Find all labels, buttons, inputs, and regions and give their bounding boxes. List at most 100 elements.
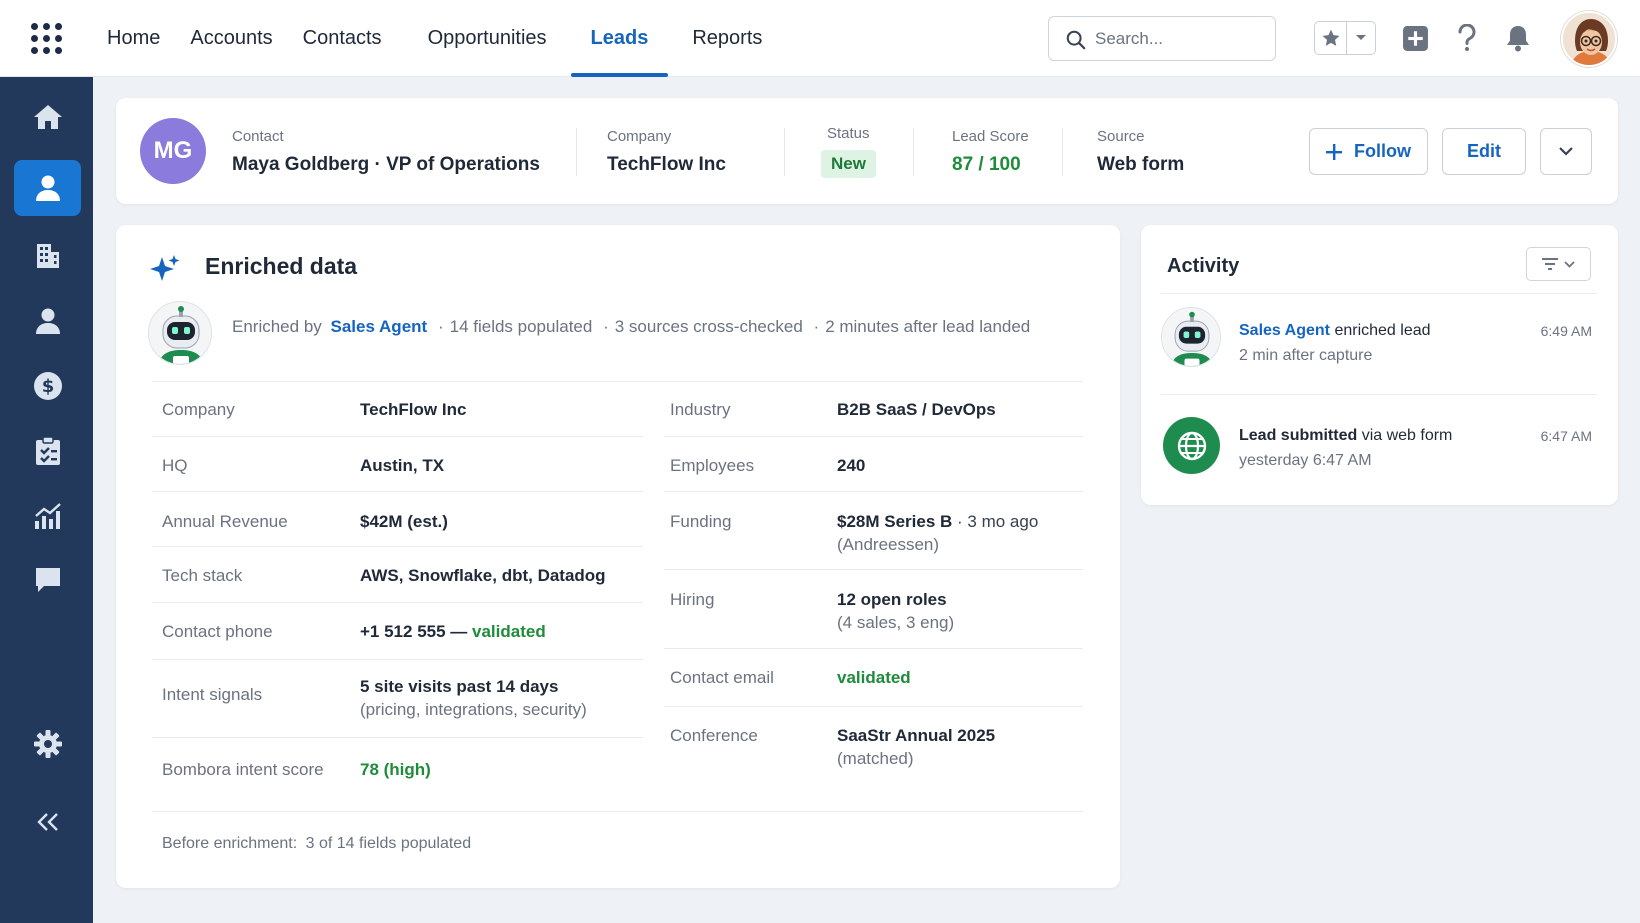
star-icon[interactable] — [1315, 22, 1347, 54]
sidebar-item-reports[interactable] — [14, 488, 81, 544]
field-label: Employees — [670, 456, 755, 475]
fields-populated: 14 fields populated — [449, 317, 593, 336]
enrichment-meta: Enriched by Sales Agent · 14 fields popul… — [232, 317, 1031, 336]
before-enrichment: Before enrichment: 3 of 14 fields popula… — [162, 835, 471, 853]
sidebar-item-accounts[interactable] — [14, 227, 81, 283]
sidebar-item-home[interactable] — [14, 89, 81, 145]
field-label: Annual Revenue — [162, 512, 288, 531]
nav-leads[interactable]: Leads — [570, 0, 669, 77]
sales-agent-link[interactable]: Sales Agent — [331, 317, 428, 336]
activity-card: Activity Sales Agent enriched lead 2 min… — [1141, 225, 1618, 505]
funding-sub: (Andreessen) — [837, 535, 940, 554]
conference-sub: (matched) — [837, 749, 914, 768]
phone-validated: validated — [472, 622, 546, 641]
divider — [152, 381, 1083, 382]
activity-detail: 2 min after capture — [1239, 347, 1373, 364]
sidebar-item-contacts[interactable] — [14, 293, 81, 349]
chart-icon — [34, 503, 61, 529]
main-nav: Home Accounts Contacts Opportunities Lea… — [96, 0, 781, 77]
lead-score-label: Lead Score — [952, 128, 1029, 145]
contact-icon — [35, 308, 60, 334]
edit-button[interactable]: Edit — [1442, 128, 1526, 175]
sidebar-item-settings[interactable] — [14, 716, 81, 772]
add-icon[interactable] — [1399, 22, 1431, 54]
intent-signals-value: 5 site visits past 14 days — [360, 677, 559, 696]
help-icon[interactable] — [1451, 22, 1483, 54]
activity-detail: yesterday 6:47 AM — [1239, 452, 1372, 469]
funding-when: · 3 mo ago — [952, 512, 1039, 531]
divider — [1161, 293, 1597, 294]
activity-time: 6:49 AM — [1540, 323, 1592, 339]
chat-icon — [35, 568, 60, 592]
follow-button[interactable]: Follow — [1309, 128, 1428, 175]
nav-opportunities[interactable]: Opportunities — [417, 0, 558, 77]
sidebar: $ — [0, 77, 93, 923]
home-icon — [33, 105, 62, 129]
gear-icon — [33, 730, 62, 758]
phone-value: +1 512 555 — — [360, 622, 468, 641]
field-label: Company — [162, 400, 235, 419]
enriched-data-card: Enriched data Enriched by Sales Agent · 1… — [116, 225, 1120, 888]
top-nav-bar: Home Accounts Contacts Opportunities Lea… — [0, 0, 1640, 77]
global-search[interactable] — [1048, 16, 1276, 61]
sidebar-item-opportunities[interactable]: $ — [14, 358, 81, 414]
status-badge-wrap: New — [821, 150, 876, 178]
field-label: Bombora intent score — [162, 760, 324, 779]
source-value: Web form — [1097, 154, 1185, 175]
edit-label: Edit — [1467, 141, 1501, 161]
sidebar-item-tasks[interactable] — [14, 423, 81, 479]
notifications-bell-icon[interactable] — [1502, 22, 1534, 54]
divider — [152, 436, 643, 437]
enriched-title: Enriched data — [205, 253, 358, 279]
company-label: Company — [607, 128, 672, 145]
sidebar-item-leads[interactable] — [14, 160, 81, 216]
divider — [784, 128, 785, 176]
web-form-globe-icon — [1163, 417, 1220, 474]
divider — [1062, 128, 1063, 176]
nav-contacts[interactable]: Contacts — [292, 0, 393, 77]
source-label: Source — [1097, 128, 1145, 145]
field-value: AWS, Snowflake, dbt, Datadog — [360, 566, 606, 585]
favorites-button[interactable] — [1314, 21, 1376, 55]
search-input[interactable] — [1095, 27, 1265, 51]
more-actions-button[interactable] — [1540, 128, 1592, 175]
building-icon — [36, 244, 59, 268]
field-value: $42M (est.) — [360, 512, 448, 531]
sparkle-icon — [150, 255, 180, 281]
field-label: Conference — [670, 726, 758, 745]
activity-filter-button[interactable] — [1526, 247, 1591, 281]
divider — [152, 546, 643, 547]
contact-value[interactable]: Maya Goldberg · VP of Operations — [232, 154, 540, 176]
person-icon — [35, 175, 60, 201]
chevron-down-icon[interactable] — [1347, 22, 1375, 54]
nav-reports[interactable]: Reports — [681, 0, 773, 77]
field-value: TechFlow Inc — [360, 400, 467, 419]
field-label: Hiring — [670, 590, 715, 609]
activity-item-text: Lead submitted via web form — [1239, 427, 1452, 445]
field-label: Industry — [670, 400, 731, 419]
nav-home[interactable]: Home — [96, 0, 171, 77]
field-value: 240 — [837, 456, 866, 475]
field-value: $28M Series B · 3 mo ago (Andreessen) — [837, 510, 1038, 556]
sidebar-item-messages[interactable] — [14, 552, 81, 608]
before-value: 3 of 14 fields populated — [305, 835, 472, 852]
double-chevron-left-icon — [36, 813, 58, 831]
enrichment-timing: 2 minutes after lead landed — [825, 317, 1031, 336]
company-value[interactable]: TechFlow Inc — [607, 154, 726, 176]
user-avatar[interactable] — [1561, 11, 1617, 67]
activity-time: 6:47 AM — [1540, 428, 1592, 444]
activity-title-strong: Lead submitted — [1239, 427, 1358, 444]
field-label: Contact phone — [162, 622, 273, 641]
field-label: Intent signals — [162, 685, 263, 704]
divider — [664, 706, 1083, 707]
app-launcher-icon[interactable] — [31, 23, 62, 54]
status-label: Status — [827, 125, 870, 142]
activity-actor-link[interactable]: Sales Agent — [1239, 322, 1330, 339]
divider — [664, 648, 1083, 649]
hiring-sub: (4 sales, 3 eng) — [837, 613, 955, 632]
follow-label: Follow — [1354, 141, 1411, 161]
divider — [664, 436, 1083, 437]
collapse-sidebar-button[interactable] — [14, 794, 81, 850]
divider — [152, 811, 1083, 812]
nav-accounts[interactable]: Accounts — [179, 0, 283, 77]
